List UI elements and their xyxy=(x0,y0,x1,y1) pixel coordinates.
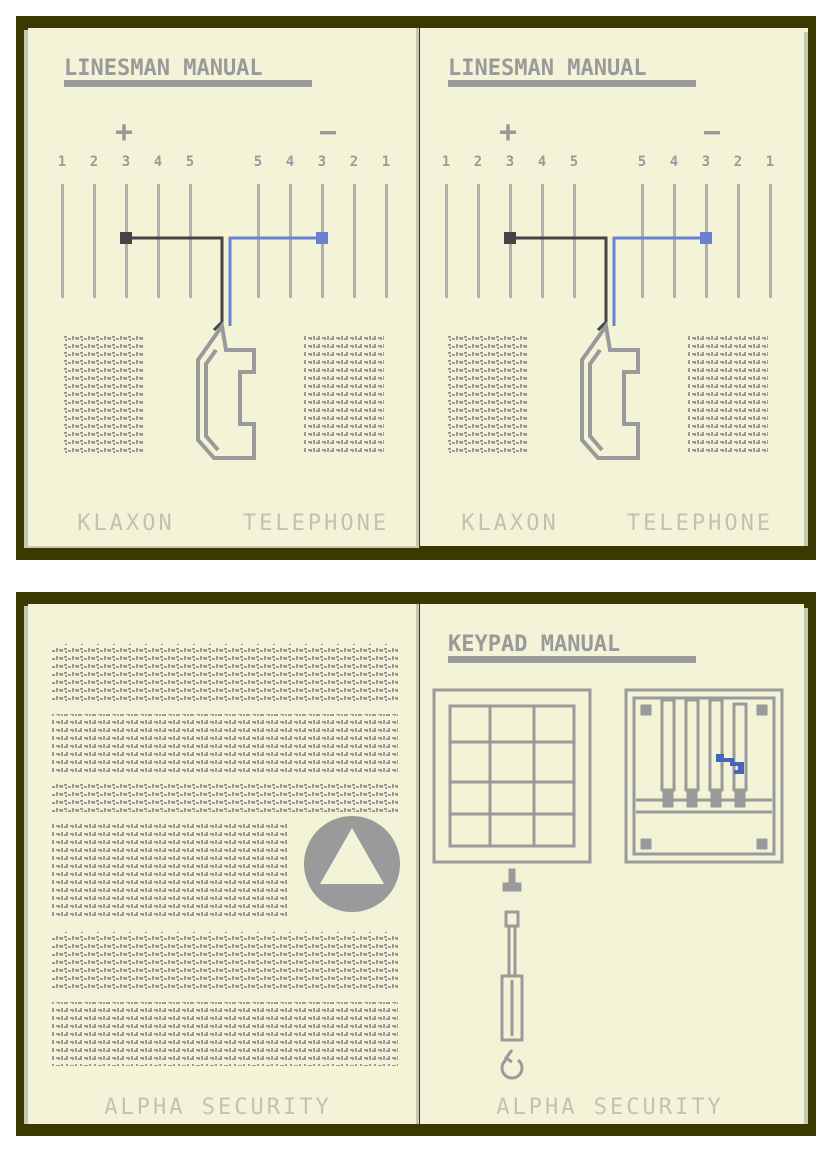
terminal-line[interactable] xyxy=(573,184,576,298)
terminal-number: 1 xyxy=(766,154,774,170)
spine xyxy=(416,604,419,1124)
terminal-line[interactable] xyxy=(189,184,192,298)
terminal-line[interactable] xyxy=(477,184,480,298)
linesman-title: LINESMAN MANUAL xyxy=(448,56,647,81)
terminal-number: 2 xyxy=(90,154,98,170)
terminal-line[interactable] xyxy=(737,184,740,298)
terminal-number: 5 xyxy=(254,154,262,170)
black-wire-node xyxy=(120,232,132,244)
terminal-line[interactable] xyxy=(353,184,356,298)
terminal-line[interactable] xyxy=(289,184,292,298)
manual-scene: LINESMAN MANUAL + − 1 2 3 4 5 5 4 3 2 1 KLAXON TELEPHO… xyxy=(16,16,816,1136)
terminal-line[interactable] xyxy=(93,184,96,298)
terminal-number: 4 xyxy=(286,154,294,170)
terminal-number: 2 xyxy=(350,154,358,170)
minus-terminal-label: − xyxy=(703,115,721,150)
terminal-number: 4 xyxy=(670,154,678,170)
page-edge xyxy=(804,32,808,546)
terminal-number: 3 xyxy=(506,154,514,170)
terminal-number: 1 xyxy=(382,154,390,170)
keypad-title: KEYPAD MANUAL xyxy=(448,632,620,657)
terminal-number: 5 xyxy=(186,154,194,170)
telephone-text-block xyxy=(688,334,768,456)
terminal-number: 2 xyxy=(734,154,742,170)
black-wire-node xyxy=(504,232,516,244)
terminal-number: 1 xyxy=(442,154,450,170)
security-footer: ALPHA SECURITY xyxy=(104,1095,331,1120)
title-underline xyxy=(64,80,312,87)
terminal-number: 3 xyxy=(122,154,130,170)
terminal-line[interactable] xyxy=(385,184,388,298)
terminal-line[interactable] xyxy=(541,184,544,298)
terminal-line[interactable] xyxy=(769,184,772,298)
terminal-number: 3 xyxy=(318,154,326,170)
title-underline xyxy=(448,656,696,663)
terminal-number: 4 xyxy=(538,154,546,170)
telephone-text-block xyxy=(304,334,384,456)
klaxon-footer: KLAXON xyxy=(77,511,174,536)
terminal-number: 4 xyxy=(154,154,162,170)
terminal-number: 5 xyxy=(570,154,578,170)
klaxon-footer: KLAXON xyxy=(461,511,558,536)
telephone-footer: TELEPHONE xyxy=(243,511,389,536)
terminal-line[interactable] xyxy=(157,184,160,298)
terminal-number: 2 xyxy=(474,154,482,170)
plus-terminal-label: + xyxy=(115,115,133,150)
keypad-footer: ALPHA SECURITY xyxy=(496,1095,723,1120)
spine xyxy=(416,28,419,548)
blue-wire-node xyxy=(316,232,328,244)
terminal-number: 3 xyxy=(702,154,710,170)
terminal-line[interactable] xyxy=(257,184,260,298)
terminal-number: 1 xyxy=(58,154,66,170)
telephone-footer: TELEPHONE xyxy=(627,511,773,536)
triangle-in-circle-icon xyxy=(304,816,400,912)
blue-wire-node xyxy=(700,232,712,244)
terminal-line[interactable] xyxy=(445,184,448,298)
linesman-title: LINESMAN MANUAL xyxy=(64,56,263,81)
terminal-line[interactable] xyxy=(61,184,64,298)
keypad-page-right xyxy=(420,604,804,1124)
terminal-line[interactable] xyxy=(641,184,644,298)
klaxon-text-block xyxy=(64,334,144,456)
klaxon-text-block xyxy=(448,334,528,456)
terminal-number: 5 xyxy=(638,154,646,170)
page-edge xyxy=(804,608,808,1124)
title-underline xyxy=(448,80,696,87)
plus-terminal-label: + xyxy=(499,115,517,150)
terminal-line[interactable] xyxy=(673,184,676,298)
minus-terminal-label: − xyxy=(319,115,337,150)
